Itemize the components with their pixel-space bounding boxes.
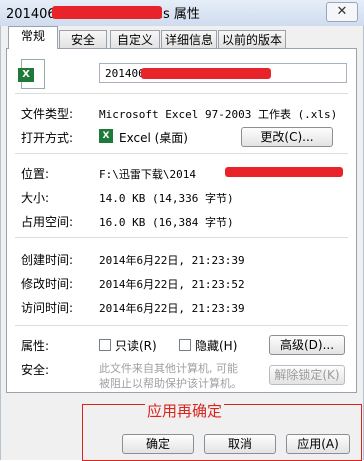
excel-icon: X [18, 59, 45, 89]
accessed-value: 2014年6月22日, 21:23:39 [99, 302, 245, 315]
created-value: 2014年6月22日, 21:23:39 [99, 254, 245, 267]
redaction-mark [225, 167, 343, 177]
size-on-disk-label: 占用空间: [21, 215, 74, 229]
unblock-button[interactable]: 解除锁定(K) [269, 365, 345, 385]
size-on-disk-value: 16.0 KB (16,384 字节) [99, 216, 234, 229]
apply-button[interactable]: 应用(A) [286, 434, 350, 454]
divider [15, 325, 348, 326]
open-with-value: Excel (桌面) [119, 131, 188, 145]
ok-button[interactable]: 确定 [122, 434, 194, 454]
hidden-checkbox[interactable] [179, 339, 191, 351]
divider [15, 237, 348, 238]
cancel-button[interactable]: 取消 [204, 434, 276, 454]
tab-security[interactable]: 安全 [59, 30, 107, 48]
readonly-label[interactable]: 只读(R) [115, 337, 157, 354]
hidden-label[interactable]: 隐藏(H) [195, 337, 237, 354]
location-value: F:\迅雷下载\2014 [99, 168, 196, 181]
file-type-label: 文件类型: [21, 107, 74, 121]
modified-value: 2014年6月22日, 21:23:52 [99, 278, 245, 291]
general-panel: X 201406 文件类型: Microsoft Excel 97-2003 工… [6, 48, 357, 393]
title-bar: 201406 xls 属性 ✕ [0, 0, 364, 26]
location-label: 位置: [21, 167, 50, 181]
tab-details[interactable]: 详细信息 [161, 30, 217, 48]
security-text-line2: 被阻止以帮助保护该计算机。 [99, 377, 242, 390]
advanced-button[interactable]: 高级(D)... [269, 335, 345, 355]
file-type-value: Microsoft Excel 97-2003 工作表 (.xls) [99, 108, 338, 121]
excel-icon: X [99, 129, 113, 143]
readonly-checkbox[interactable] [99, 339, 111, 351]
close-button[interactable]: ✕ [326, 2, 358, 22]
filename-value: 201406 [105, 67, 145, 80]
redaction-mark [52, 6, 162, 19]
created-label: 创建时间: [21, 253, 74, 267]
modified-label: 修改时间: [21, 277, 74, 291]
accessed-label: 访问时间: [21, 301, 74, 315]
change-button[interactable]: 更改(C)... [241, 127, 333, 147]
open-with-label: 打开方式: [21, 131, 74, 145]
attributes-label: 属性: [21, 339, 50, 353]
tab-general[interactable]: 常规 [8, 26, 58, 49]
security-label: 安全: [21, 363, 50, 377]
tab-custom[interactable]: 自定义 [110, 30, 160, 48]
size-value: 14.0 KB (14,336 字节) [99, 192, 234, 205]
security-text-line1: 此文件来自其他计算机, 可能 [99, 362, 238, 375]
annotation-text: 应用再确定 [145, 400, 225, 421]
redaction-mark [141, 68, 271, 79]
divider [15, 93, 348, 94]
close-icon: ✕ [336, 4, 348, 19]
divider [15, 153, 348, 154]
tab-previous-versions[interactable]: 以前的版本 [218, 30, 286, 48]
size-label: 大小: [21, 191, 50, 205]
